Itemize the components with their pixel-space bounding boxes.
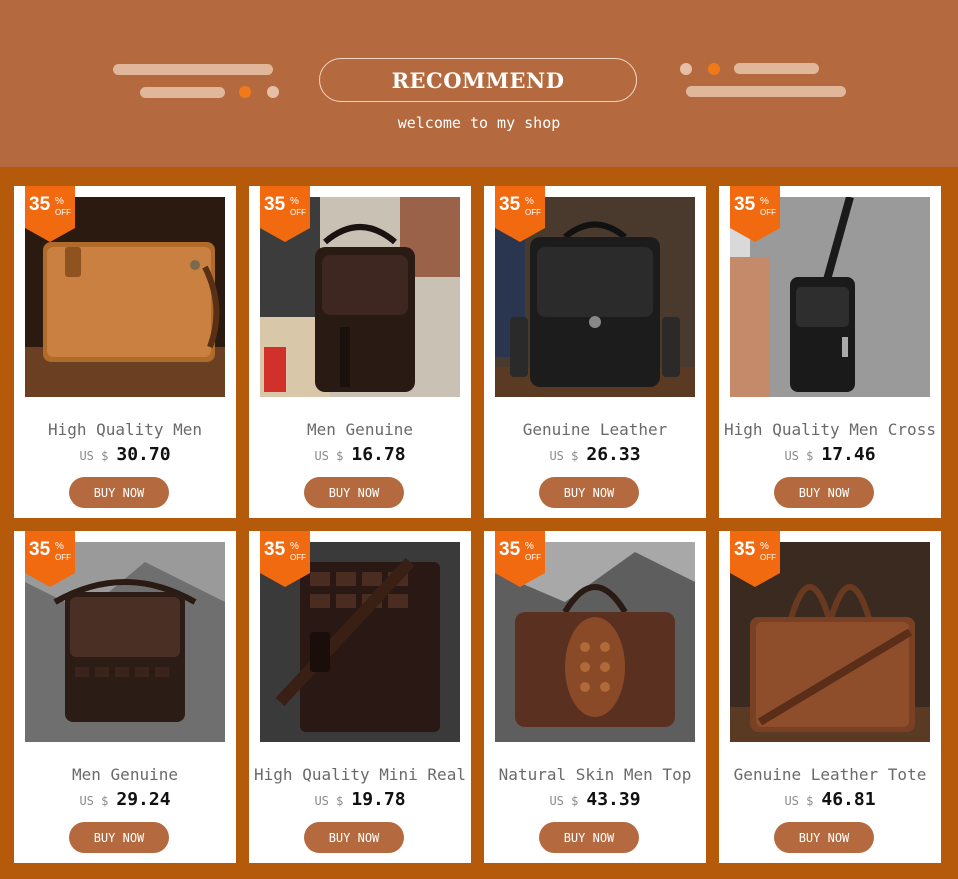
discount-off: OFF <box>760 208 776 217</box>
currency-label: US $ <box>79 449 109 463</box>
buy-now-button[interactable]: BUY NOW <box>539 822 639 853</box>
discount-number: 35 <box>734 539 756 560</box>
discount-number: 35 <box>734 194 756 215</box>
product-card[interactable]: 35 % OFF Genuine Leather Tote US $46.81 … <box>719 531 941 863</box>
buy-now-button[interactable]: BUY NOW <box>304 822 404 853</box>
currency-label: US $ <box>784 449 814 463</box>
product-price: 17.46 <box>821 444 876 465</box>
recommend-title: RECOMMEND <box>391 67 565 93</box>
buy-now-button[interactable]: BUY NOW <box>69 822 169 853</box>
discount-number: 35 <box>499 539 521 560</box>
discount-badge: 35 % OFF <box>730 186 780 242</box>
product-name[interactable]: Men Genuine <box>14 765 236 784</box>
discount-percent: % <box>760 196 769 207</box>
discount-off: OFF <box>55 553 71 562</box>
product-card[interactable]: 35 % OFF Men Genuine US $ 16.78 BUY NOW <box>249 186 471 518</box>
price-row: US $ 29.24 <box>14 789 236 810</box>
product-price: 29.24 <box>116 789 171 810</box>
discount-percent: % <box>525 196 534 207</box>
product-name[interactable]: High Quality Mini Real <box>249 765 471 784</box>
decor-dot <box>239 86 251 98</box>
buy-now-button[interactable]: BUY NOW <box>69 477 169 508</box>
currency-label: US $ <box>784 794 814 808</box>
discount-off: OFF <box>290 553 306 562</box>
discount-badge: 35 % OFF <box>260 531 310 587</box>
product-price: 46.81 <box>821 789 876 810</box>
buy-now-button[interactable]: BUY NOW <box>774 822 874 853</box>
decor-bar <box>113 64 273 75</box>
buy-now-button[interactable]: BUY NOW <box>774 477 874 508</box>
discount-percent: % <box>290 541 299 552</box>
product-price: 30.70 <box>116 444 171 465</box>
product-card[interactable]: 35 % OFF High Quality Mini Real US $ 19.7… <box>249 531 471 863</box>
discount-badge: 35 % OFF <box>25 186 75 242</box>
decor-bar <box>734 63 819 74</box>
discount-number: 35 <box>264 539 286 560</box>
discount-number: 35 <box>264 194 286 215</box>
price-row: US $ 26.33 <box>484 444 706 465</box>
product-name[interactable]: Genuine Leather <box>484 420 706 439</box>
decor-dot <box>267 86 279 98</box>
discount-number: 35 <box>499 194 521 215</box>
product-card[interactable]: 35 % OFF Natural Skin Men Top US $43.39 … <box>484 531 706 863</box>
discount-badge: 35 % OFF <box>25 531 75 587</box>
buy-now-button[interactable]: BUY NOW <box>304 477 404 508</box>
price-row: US $ 19.78 <box>249 789 471 810</box>
product-price: 19.78 <box>351 789 406 810</box>
decor-dot <box>680 63 692 75</box>
decor-bar <box>140 87 225 98</box>
currency-label: US $ <box>314 449 344 463</box>
product-card[interactable]: 35 % OFF High Quality Men Cross US $ 17.4… <box>719 186 941 518</box>
price-row: US $ 46.81 <box>719 789 941 810</box>
product-price: 16.78 <box>351 444 406 465</box>
product-price: 26.33 <box>586 444 641 465</box>
decor-dot <box>708 63 720 75</box>
recommend-banner: RECOMMEND <box>319 58 637 102</box>
discount-percent: % <box>55 541 64 552</box>
product-card[interactable]: 35 % OFF High Quality Men US $ 30.70 BUY … <box>14 186 236 518</box>
discount-percent: % <box>290 196 299 207</box>
product-price: 43.39 <box>586 789 641 810</box>
price-row: US $ 16.78 <box>249 444 471 465</box>
recommend-header: RECOMMEND welcome to my shop <box>0 0 958 167</box>
product-name[interactable]: High Quality Men Cross <box>719 420 941 439</box>
product-name[interactable]: High Quality Men <box>14 420 236 439</box>
discount-off: OFF <box>55 208 71 217</box>
product-name[interactable]: Natural Skin Men Top <box>484 765 706 784</box>
product-card[interactable]: 35 % OFF Genuine Leather US $ 26.33 BUY N… <box>484 186 706 518</box>
discount-badge: 35 % OFF <box>260 186 310 242</box>
discount-badge: 35 % OFF <box>495 531 545 587</box>
price-row: US $ 43.39 <box>484 789 706 810</box>
welcome-subtitle: welcome to my shop <box>397 114 561 132</box>
discount-percent: % <box>55 196 64 207</box>
buy-now-button[interactable]: BUY NOW <box>539 477 639 508</box>
discount-number: 35 <box>29 194 51 215</box>
discount-badge: 35 % OFF <box>730 531 780 587</box>
product-name[interactable]: Genuine Leather Tote <box>719 765 941 784</box>
product-card[interactable]: 35 % OFF Men Genuine US $ 29.24 BUY NOW <box>14 531 236 863</box>
discount-off: OFF <box>760 553 776 562</box>
currency-label: US $ <box>549 449 579 463</box>
discount-percent: % <box>760 541 769 552</box>
discount-off: OFF <box>525 208 541 217</box>
currency-label: US $ <box>549 794 579 808</box>
product-name[interactable]: Men Genuine <box>249 420 471 439</box>
price-row: US $ 30.70 <box>14 444 236 465</box>
discount-number: 35 <box>29 539 51 560</box>
currency-label: US $ <box>314 794 344 808</box>
price-row: US $ 17.46 <box>719 444 941 465</box>
decor-bar <box>686 86 846 97</box>
discount-off: OFF <box>525 553 541 562</box>
currency-label: US $ <box>79 794 109 808</box>
discount-badge: 35 % OFF <box>495 186 545 242</box>
discount-off: OFF <box>290 208 306 217</box>
discount-percent: % <box>525 541 534 552</box>
